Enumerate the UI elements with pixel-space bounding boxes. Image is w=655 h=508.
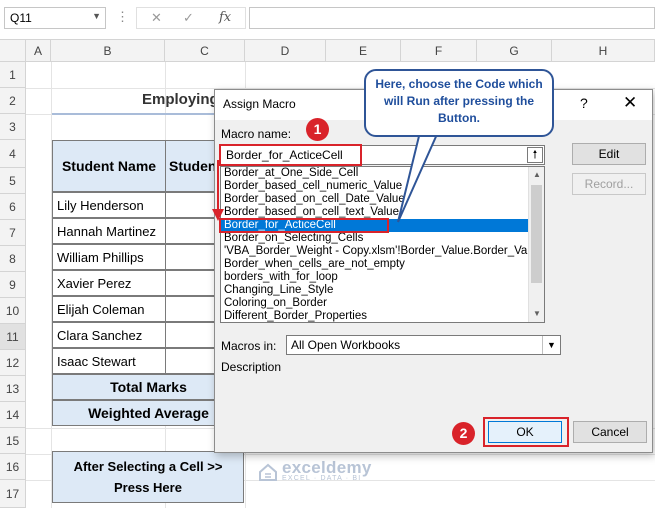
red-arrow-head [212, 209, 224, 221]
step-1-marker: 1 [306, 118, 329, 141]
callout-bubble: Here, choose the Code which will Run aft… [364, 69, 554, 137]
callout-pointer [397, 131, 440, 223]
step-2-marker: 2 [452, 422, 475, 445]
annotation-lines [212, 131, 440, 223]
